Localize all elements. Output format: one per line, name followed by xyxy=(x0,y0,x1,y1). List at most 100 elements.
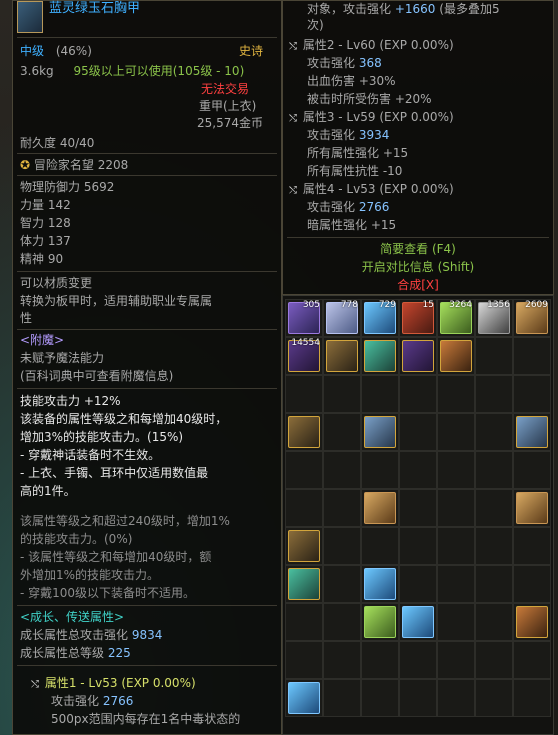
inventory-slot[interactable]: 778 xyxy=(323,299,361,337)
inventory-slot[interactable] xyxy=(513,489,551,527)
inventory-slot[interactable]: 2609 xyxy=(513,299,551,337)
inventory-slot[interactable] xyxy=(513,679,551,717)
inventory-slot[interactable] xyxy=(361,641,399,679)
item-icon[interactable] xyxy=(288,530,320,562)
divider xyxy=(17,665,277,666)
inventory-slot[interactable] xyxy=(475,337,513,375)
inventory-slot[interactable] xyxy=(323,375,361,413)
item-icon[interactable] xyxy=(288,568,320,600)
inventory-slot[interactable] xyxy=(323,679,361,717)
inventory-slot[interactable] xyxy=(437,413,475,451)
item-icon[interactable] xyxy=(288,682,320,714)
inventory-slot[interactable] xyxy=(399,641,437,679)
brief-view-hint[interactable]: 简要查看 (F4) xyxy=(283,241,553,257)
inventory-slot[interactable] xyxy=(513,641,551,679)
inventory-slot[interactable] xyxy=(437,603,475,641)
inventory-slot[interactable] xyxy=(361,413,399,451)
inventory-slot[interactable] xyxy=(285,679,323,717)
item-icon[interactable] xyxy=(402,340,434,372)
item-icon[interactable] xyxy=(364,416,396,448)
inventory-slot[interactable] xyxy=(399,413,437,451)
inventory-slot[interactable] xyxy=(513,413,551,451)
inventory-slot[interactable]: 15 xyxy=(399,299,437,337)
inventory-slot[interactable] xyxy=(323,565,361,603)
inventory-slot[interactable] xyxy=(513,451,551,489)
inventory-slot[interactable] xyxy=(323,337,361,375)
inventory-slot[interactable] xyxy=(399,375,437,413)
compose-hint[interactable]: 合成[X] xyxy=(283,277,553,293)
inventory-slot[interactable] xyxy=(475,413,513,451)
inventory-slot[interactable] xyxy=(475,565,513,603)
item-icon[interactable] xyxy=(516,606,548,638)
inventory-slot[interactable] xyxy=(361,565,399,603)
inventory-slot[interactable] xyxy=(513,337,551,375)
item-icon[interactable] xyxy=(516,416,548,448)
inventory-slot[interactable] xyxy=(475,603,513,641)
inventory-slot[interactable] xyxy=(513,527,551,565)
inventory-slot[interactable] xyxy=(475,451,513,489)
compare-hint[interactable]: 开启对比信息 (Shift) xyxy=(283,259,553,275)
inventory-slot[interactable] xyxy=(399,603,437,641)
inventory-slot[interactable] xyxy=(513,565,551,603)
inventory-slot[interactable] xyxy=(437,489,475,527)
inventory-slot[interactable]: 305 xyxy=(285,299,323,337)
item-icon[interactable] xyxy=(288,416,320,448)
inventory-slot[interactable] xyxy=(361,489,399,527)
inventory-slot[interactable] xyxy=(285,565,323,603)
inventory-slot[interactable] xyxy=(399,679,437,717)
inventory-slot[interactable] xyxy=(361,375,399,413)
inventory-slot[interactable] xyxy=(361,451,399,489)
item-icon[interactable] xyxy=(364,568,396,600)
inventory-slot[interactable] xyxy=(285,413,323,451)
inventory-slot[interactable] xyxy=(475,641,513,679)
inventory-slot[interactable] xyxy=(285,489,323,527)
inventory-slot[interactable]: 3264 xyxy=(437,299,475,337)
item-icon[interactable] xyxy=(364,492,396,524)
inventory-slot[interactable] xyxy=(399,489,437,527)
item-icon[interactable] xyxy=(440,340,472,372)
inventory-slot[interactable] xyxy=(399,337,437,375)
inventory-slot[interactable] xyxy=(323,451,361,489)
inventory-slot[interactable] xyxy=(285,603,323,641)
inventory-slot[interactable] xyxy=(285,641,323,679)
inventory-slot[interactable] xyxy=(475,679,513,717)
inventory-slot[interactable] xyxy=(323,603,361,641)
inventory-slot[interactable] xyxy=(475,489,513,527)
inventory-slot[interactable]: 1356 xyxy=(475,299,513,337)
inventory-slot[interactable] xyxy=(437,679,475,717)
inventory-slot[interactable] xyxy=(285,527,323,565)
inventory-slot[interactable] xyxy=(437,527,475,565)
stat-vitality: 体力 137 xyxy=(20,234,71,248)
inventory-slot[interactable] xyxy=(323,413,361,451)
inventory-slot[interactable] xyxy=(475,375,513,413)
item-icon[interactable] xyxy=(364,606,396,638)
inventory-slot[interactable] xyxy=(399,451,437,489)
inventory-slot[interactable] xyxy=(437,375,475,413)
inventory-slot[interactable] xyxy=(285,375,323,413)
enchant-line-1: 未赋予魔法能力 xyxy=(20,351,105,365)
inventory-slot[interactable] xyxy=(437,641,475,679)
inventory-slot[interactable] xyxy=(361,603,399,641)
inventory-slot[interactable] xyxy=(399,565,437,603)
inventory-slot[interactable] xyxy=(513,375,551,413)
inventory-slot[interactable] xyxy=(323,489,361,527)
inventory-slot[interactable] xyxy=(361,337,399,375)
inventory-slot[interactable] xyxy=(437,565,475,603)
inventory-slot[interactable] xyxy=(323,641,361,679)
inventory-slot[interactable] xyxy=(323,527,361,565)
item-icon[interactable] xyxy=(364,340,396,372)
inventory-slot[interactable] xyxy=(475,527,513,565)
inventory-slot[interactable] xyxy=(437,451,475,489)
inventory-slot[interactable] xyxy=(361,679,399,717)
item-icon[interactable] xyxy=(326,340,358,372)
inventory-slot[interactable]: 729 xyxy=(361,299,399,337)
inventory-slot[interactable] xyxy=(513,603,551,641)
item-icon[interactable] xyxy=(516,492,548,524)
item-icon[interactable] xyxy=(402,606,434,638)
inventory-slot[interactable] xyxy=(361,527,399,565)
inventory-slot[interactable] xyxy=(285,451,323,489)
inventory-slot[interactable]: 14554 xyxy=(285,337,323,375)
inventory-slot[interactable] xyxy=(437,337,475,375)
inventory-slot[interactable] xyxy=(399,527,437,565)
shuffle-icon: ⤭ xyxy=(289,185,297,196)
